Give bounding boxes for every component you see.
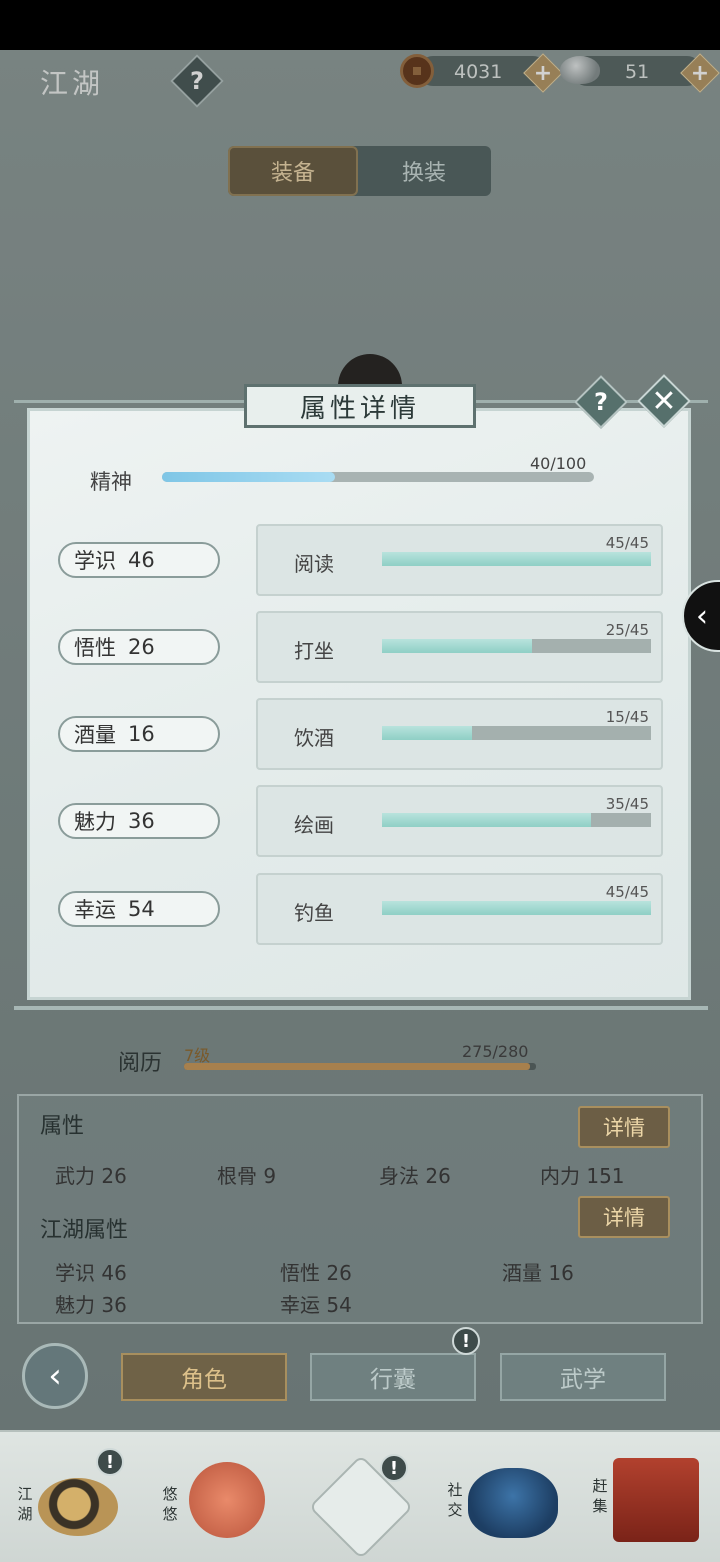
attribute-value: 16	[128, 722, 155, 746]
nav-social[interactable]: 社交	[440, 1440, 570, 1550]
stat-item: 武力 26	[55, 1164, 127, 1188]
nav-center[interactable]: !	[308, 1440, 414, 1560]
alert-icon: !	[380, 1454, 408, 1482]
attributes-detail-button[interactable]: 详情	[578, 1106, 670, 1148]
skill-value: 45/45	[605, 534, 649, 552]
skill-bar	[382, 552, 651, 566]
skill-bar	[382, 813, 651, 827]
attribute-name: 学识	[74, 549, 116, 573]
nav-leisure[interactable]: 悠悠	[155, 1440, 285, 1550]
jianghu-stat-item: 幸运 54	[280, 1293, 352, 1317]
nav-social-label: 社交	[447, 1481, 463, 1519]
back-arrow-icon: ‹	[48, 1356, 62, 1396]
attribute-value: 46	[128, 548, 155, 572]
skill-bar-fill	[382, 901, 651, 915]
skill-row: 阅读 45/45	[256, 524, 663, 596]
skill-value: 35/45	[605, 795, 649, 813]
attribute-pill: 魅力 36	[58, 803, 220, 839]
attribute-name: 酒量	[74, 723, 116, 747]
skill-row: 绘画 35/45	[256, 785, 663, 857]
jianghu-stat-item: 魅力 36	[55, 1293, 127, 1317]
skill-name: 打坐	[294, 639, 334, 663]
tab-bag[interactable]: 行囊	[310, 1353, 476, 1401]
attribute-name: 悟性	[74, 636, 116, 660]
alert-icon: !	[96, 1448, 124, 1476]
attribute-value: 36	[128, 809, 155, 833]
attribute-value: 54	[128, 897, 155, 921]
jianghu-stat-item: 学识 46	[55, 1261, 127, 1285]
skill-row: 钓鱼 45/45	[256, 873, 663, 945]
jianghu-stat-item: 酒量 16	[502, 1261, 574, 1285]
experience-value: 275/280	[462, 1042, 529, 1061]
wave-icon	[468, 1468, 558, 1538]
attributes-title: 属性	[40, 1114, 85, 1139]
status-bar	[0, 0, 720, 50]
attribute-pill: 悟性 26	[58, 629, 220, 665]
skill-value: 15/45	[605, 708, 649, 726]
question-icon: ?	[594, 388, 608, 416]
stat-item: 内力 151	[540, 1164, 625, 1188]
nav-jianghu-label: 江湖	[17, 1485, 33, 1523]
chevron-left-icon: ‹	[696, 598, 708, 634]
nav-leisure-label: 悠悠	[162, 1485, 178, 1523]
experience-label: 阅历	[118, 1051, 163, 1076]
skill-value: 45/45	[605, 883, 649, 901]
experience-bar-fill	[184, 1063, 530, 1070]
skill-value: 25/45	[605, 621, 649, 639]
tab-character[interactable]: 角色	[121, 1353, 287, 1401]
modal-frame-bottom	[14, 996, 708, 1010]
skill-row: 打坐 25/45	[256, 611, 663, 683]
skill-name: 饮酒	[294, 726, 334, 750]
skill-name: 钓鱼	[294, 901, 334, 925]
attribute-value: 26	[128, 635, 155, 659]
skill-name: 阅读	[294, 552, 334, 576]
jianghu-detail-button[interactable]: 详情	[578, 1196, 670, 1238]
swallow-icon	[189, 1462, 265, 1538]
attribute-name: 魅力	[74, 810, 116, 834]
nav-jianghu[interactable]: 江湖 !	[10, 1440, 140, 1550]
attribute-name: 幸运	[74, 898, 116, 922]
modal-title: 属性详情	[244, 384, 476, 428]
jianghu-stat-item: 悟性 26	[280, 1261, 352, 1285]
skill-bar-fill	[382, 726, 472, 740]
bamboo-hat-icon	[38, 1478, 118, 1536]
jianghu-attributes-title: 江湖属性	[40, 1218, 129, 1243]
nav-market-label: 赶集	[592, 1477, 608, 1515]
nav-market[interactable]: 赶集	[585, 1440, 715, 1550]
back-button[interactable]: ‹	[22, 1343, 88, 1409]
skill-bar	[382, 901, 651, 915]
close-icon: ✕	[651, 383, 677, 419]
skill-bar	[382, 639, 651, 653]
stat-item: 身法 26	[379, 1164, 451, 1188]
alert-icon: !	[452, 1327, 480, 1355]
skill-bar-fill	[382, 552, 651, 566]
skill-name: 绘画	[294, 813, 334, 837]
merchant-cart-icon	[613, 1458, 699, 1542]
experience-bar	[184, 1063, 536, 1070]
attribute-pill: 学识 46	[58, 542, 220, 578]
spirit-bar-fill	[162, 472, 335, 482]
skill-bar	[382, 726, 651, 740]
skill-row: 饮酒 15/45	[256, 698, 663, 770]
spirit-bar	[162, 472, 594, 482]
stat-item: 根骨 9	[217, 1164, 277, 1188]
skill-bar-fill	[382, 813, 592, 827]
spirit-value: 40/100	[530, 454, 587, 473]
attribute-pill: 幸运 54	[58, 891, 220, 927]
tab-martial-arts[interactable]: 武学	[500, 1353, 666, 1401]
spirit-label: 精神	[90, 470, 132, 494]
attribute-pill: 酒量 16	[58, 716, 220, 752]
skill-bar-fill	[382, 639, 532, 653]
